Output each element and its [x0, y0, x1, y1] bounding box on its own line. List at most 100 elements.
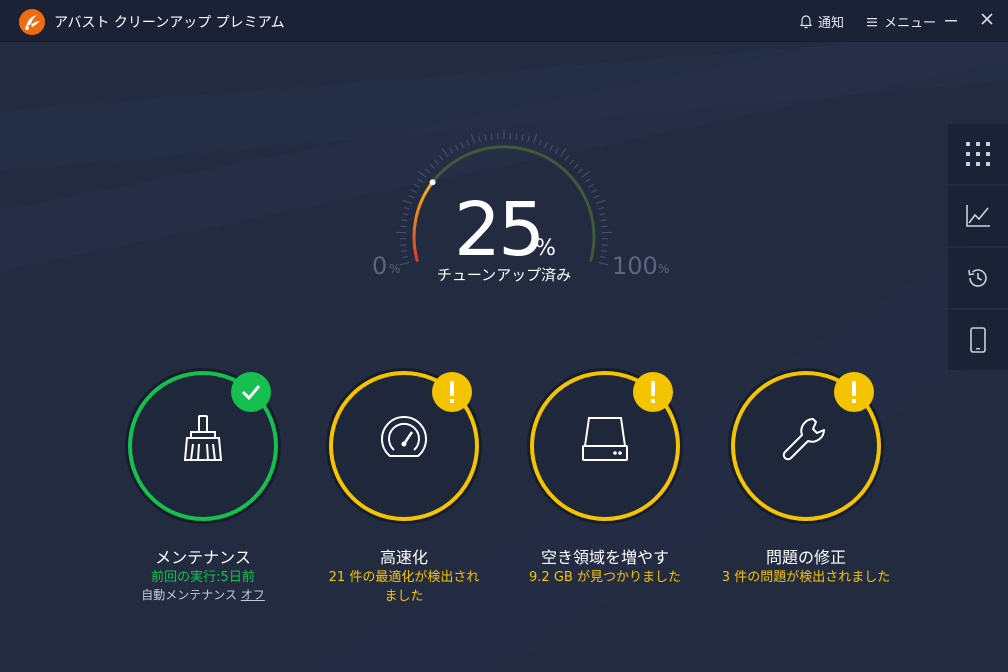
card-maintenance[interactable]: メンテナンス 前回の実行:5日前 自動メンテナンス オフ	[103, 366, 303, 626]
gauge-tick	[600, 219, 607, 222]
grid-icon	[966, 142, 990, 166]
gauge-tick	[441, 148, 449, 157]
gauge-tick	[434, 159, 439, 165]
warning-badge-icon	[432, 372, 472, 412]
gauge-tick	[438, 155, 444, 161]
notifications-button[interactable]: 通知	[800, 12, 844, 31]
gauge-tick	[414, 183, 420, 188]
card-free-space[interactable]: 空き領域を増やす 9.2 GB が見つかりました	[505, 366, 705, 626]
menu-label: メニュー	[884, 16, 937, 31]
gauge-tick	[593, 195, 600, 199]
speedometer-icon	[381, 416, 427, 457]
gauge-min-unit: %	[389, 262, 401, 276]
gauge-tick	[466, 139, 470, 146]
gauge-tick	[595, 199, 606, 204]
card-fix-problems-status: 3 件の問題が検出されました	[721, 570, 891, 585]
gauge-tick	[591, 189, 597, 193]
card-fix-problems-title: 問題の修正	[765, 548, 846, 567]
gauge-tick	[564, 155, 570, 161]
wrench-icon	[782, 418, 825, 461]
gauge-tick	[538, 139, 542, 146]
gauge-tick	[569, 159, 574, 165]
hamburger-icon	[867, 17, 877, 26]
gauge-label: チューンアップ済み	[436, 266, 572, 284]
side-button-apps[interactable]	[948, 124, 1008, 184]
chart-icon	[966, 205, 990, 227]
gauge-tick	[478, 135, 481, 143]
gauge-tick	[577, 168, 583, 174]
gauge-tick	[533, 133, 537, 144]
gauge-tick	[549, 144, 554, 151]
gauge-tick	[599, 213, 606, 216]
gauge-knob	[429, 179, 436, 186]
card-speed-up[interactable]: 高速化 21 件の最適化が検出されました	[304, 366, 504, 626]
side-button-stats[interactable]	[948, 186, 1008, 246]
card-free-space-status: 9.2 GB が見つかりました	[529, 570, 681, 585]
gauge-max-unit: %	[658, 262, 670, 276]
gauge-tick	[584, 178, 591, 183]
gauge-tick	[400, 244, 407, 246]
gauge-tick	[401, 219, 408, 222]
gauge-tick	[454, 144, 459, 151]
gauge-percent-sign: %	[535, 236, 556, 261]
minimize-icon[interactable]	[944, 10, 958, 30]
menu-button[interactable]: メニュー	[866, 12, 936, 31]
gauge-tick	[471, 133, 475, 144]
notifications-label: 通知	[818, 16, 845, 31]
gauge-tick	[425, 168, 431, 174]
gauge-tick	[490, 133, 493, 140]
warning-badge-icon	[834, 372, 874, 412]
card-fix-problems[interactable]: 問題の修正 3 件の問題が検出されました	[706, 366, 906, 626]
broom-icon	[183, 415, 223, 461]
gauge-tick	[417, 178, 424, 183]
side-button-mobile[interactable]	[948, 310, 1008, 370]
side-rail	[948, 124, 1008, 372]
gauge-tick	[404, 207, 411, 210]
gauge-tick	[417, 170, 427, 178]
gauge-tick	[411, 189, 417, 193]
gauge-tick	[429, 163, 435, 169]
gauge-tick	[408, 195, 415, 199]
gauge-tick	[402, 213, 409, 216]
gauge-tick	[402, 199, 413, 204]
gauge-fill	[412, 180, 435, 262]
gauge-tick	[588, 183, 594, 188]
auto-maintenance-toggle-link[interactable]: オフ	[241, 588, 265, 602]
gauge-tick	[573, 163, 579, 169]
check-badge-icon	[231, 372, 271, 412]
gauge-max: 100	[612, 252, 658, 280]
gauge-tick	[597, 207, 604, 210]
gauge-tick	[400, 250, 408, 252]
gauge-min: 0	[372, 252, 388, 280]
auto-maintenance-row: 自動メンテナンス オフ	[103, 586, 303, 603]
gauge-tick	[400, 225, 407, 228]
card-speed-up-title: 高速化	[379, 548, 428, 567]
gauge-tick	[601, 244, 608, 246]
gauge-tick	[484, 134, 487, 141]
gauge-tick	[460, 142, 464, 149]
gauge-tick	[554, 148, 559, 154]
gauge-tick	[581, 170, 590, 178]
gauge-tick	[599, 256, 606, 259]
gauge-tick	[559, 148, 567, 157]
close-icon[interactable]	[980, 10, 994, 30]
gauge-tick	[527, 135, 530, 143]
gauge-value: 25	[454, 187, 545, 273]
gauge-tick	[544, 142, 548, 149]
avast-logo-icon	[19, 9, 45, 35]
gauge-tick	[521, 134, 524, 141]
gauge-tick	[600, 250, 608, 252]
card-maintenance-last-run: 前回の実行:5日前	[151, 570, 255, 585]
gauge-tick	[402, 256, 409, 259]
gauge-tick	[515, 133, 518, 140]
card-free-space-title: 空き領域を増やす	[540, 548, 669, 567]
title-bar: アバスト クリーンアップ プレミアム 通知 メニュー	[0, 0, 1008, 42]
warning-badge-icon	[633, 372, 673, 412]
card-speed-up-status: 21 件の最適化が検出されました	[328, 570, 480, 604]
drive-icon	[582, 417, 628, 461]
app-title: アバスト クリーンアップ プレミアム	[54, 15, 285, 31]
bell-icon	[800, 14, 812, 28]
card-maintenance-title: メンテナンス	[155, 548, 251, 567]
gauge-tick	[601, 225, 608, 228]
gauge-tick	[449, 148, 454, 154]
